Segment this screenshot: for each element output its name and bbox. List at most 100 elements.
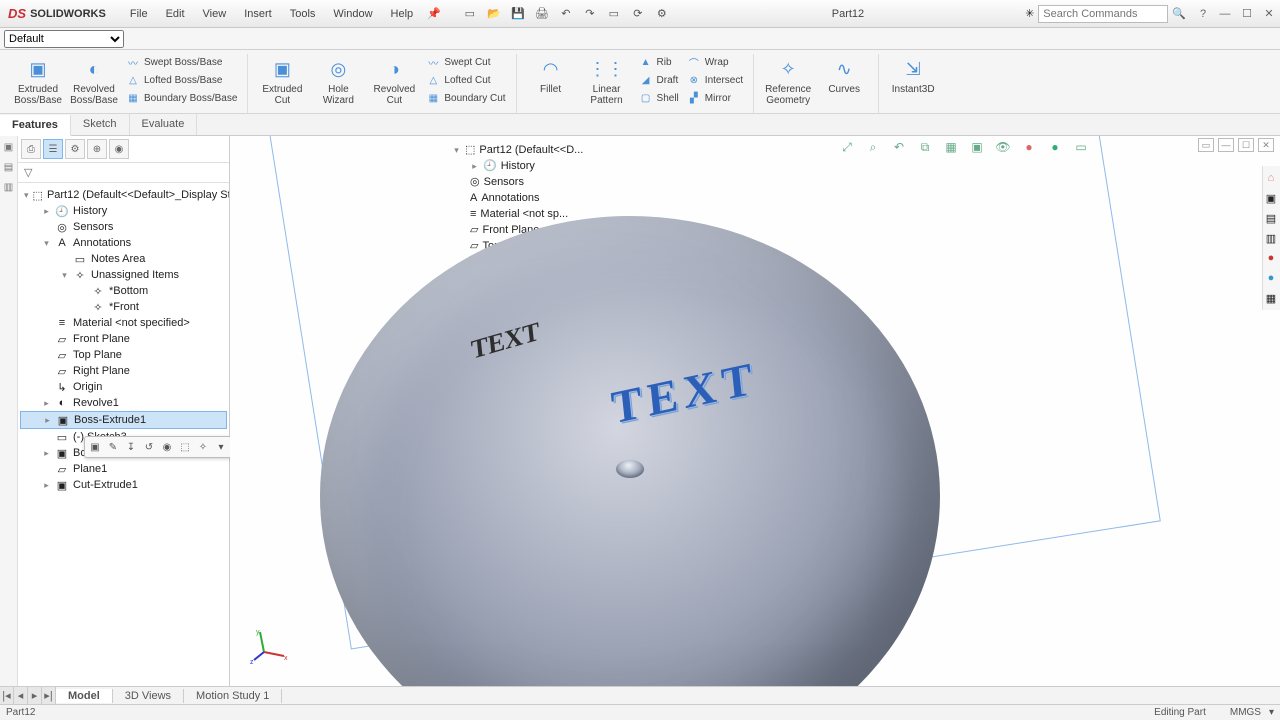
tab-3d-views[interactable]: 3D Views: [113, 689, 184, 703]
tree-material[interactable]: ≡Material <not specified>: [20, 315, 227, 331]
taskpane-icon-1[interactable]: ▣: [2, 140, 16, 154]
fm-config-icon[interactable]: ⚙: [65, 139, 85, 159]
draft-button[interactable]: ◢Draft: [635, 72, 683, 88]
menu-view[interactable]: View: [195, 4, 235, 24]
boundary-boss-button[interactable]: ▦Boundary Boss/Base: [122, 90, 241, 106]
taskpane-icon-3[interactable]: ▥: [2, 180, 16, 194]
linear-pattern-button[interactable]: ⋮⋮Linear Pattern: [579, 54, 635, 108]
config-bar: Default: [0, 28, 1280, 50]
taskpane-icon-2[interactable]: ▤: [2, 160, 16, 174]
tree-unassigned[interactable]: ▾✧Unassigned Items: [20, 267, 227, 283]
menu-help[interactable]: Help: [383, 4, 422, 24]
intersect-button[interactable]: ⊗Intersect: [683, 72, 747, 88]
tree-plane1[interactable]: ▱Plane1: [20, 461, 227, 477]
search-input[interactable]: [1038, 5, 1168, 23]
tree-front-view[interactable]: ✧*Front: [20, 299, 227, 315]
revolved-boss-button[interactable]: ◐Revolved Boss/Base: [66, 54, 122, 108]
tree-cut-extrude1[interactable]: ▸▣Cut-Extrude1: [20, 477, 227, 493]
graphics-viewport[interactable]: ⤢ ⌕ ↶ ⧉ ▦ ▣ 👁 ● ● ▭ ▭ — ☐ ✕ ⌂ ▣ ▤ ▥ ● ● …: [230, 136, 1280, 686]
menu-file[interactable]: File: [122, 4, 156, 24]
boundary-cut-button[interactable]: ▦Boundary Cut: [422, 90, 509, 106]
tab-sketch[interactable]: Sketch: [71, 114, 130, 135]
tree-right-plane[interactable]: ▱Right Plane: [20, 363, 227, 379]
minimize-icon[interactable]: —: [1214, 8, 1236, 20]
ctx-icon-1[interactable]: ▣: [87, 439, 103, 455]
mirror-button[interactable]: ▞Mirror: [683, 90, 747, 106]
ctx-icon-6[interactable]: ⬚: [177, 439, 193, 455]
tree-notes-area[interactable]: ▭Notes Area: [20, 251, 227, 267]
status-dropdown-icon[interactable]: ▾: [1269, 707, 1274, 718]
lofted-boss-button[interactable]: △Lofted Boss/Base: [122, 72, 241, 88]
tree-front-plane[interactable]: ▱Front Plane: [20, 331, 227, 347]
fm-dimxpert-icon[interactable]: ⊕: [87, 139, 107, 159]
annotations-icon: A: [55, 236, 69, 250]
search-star-icon[interactable]: ✳: [1025, 7, 1034, 20]
rib-button[interactable]: ▲Rib: [635, 54, 683, 70]
filter-icon[interactable]: ▽: [24, 166, 32, 179]
ctx-icon-3[interactable]: ↧: [123, 439, 139, 455]
tab-nav-first[interactable]: |◂: [0, 687, 14, 704]
swept-cut-button[interactable]: 〰Swept Cut: [422, 54, 509, 70]
feature-tree[interactable]: ▾⬚Part12 (Default<<Default>_Display St ▸…: [18, 183, 229, 686]
select-icon[interactable]: ▭: [605, 5, 623, 23]
hole-wizard-button[interactable]: ◎Hole Wizard: [310, 54, 366, 108]
tree-origin[interactable]: ↳Origin: [20, 379, 227, 395]
undo-icon[interactable]: ↶: [557, 5, 575, 23]
tab-model[interactable]: Model: [56, 689, 113, 703]
tree-history[interactable]: ▸🕘History: [20, 203, 227, 219]
ref-geometry-button[interactable]: ✧Reference Geometry: [760, 54, 816, 108]
tree-root[interactable]: ▾⬚Part12 (Default<<Default>_Display St: [20, 187, 227, 203]
menu-window[interactable]: Window: [325, 4, 380, 24]
tree-revolve1[interactable]: ▸◐Revolve1: [20, 395, 227, 411]
view-triad[interactable]: x y z: [250, 626, 290, 666]
extruded-boss-button[interactable]: ▣Extruded Boss/Base: [10, 54, 66, 108]
ctx-icon-2[interactable]: ✎: [105, 439, 121, 455]
redo-icon[interactable]: ↷: [581, 5, 599, 23]
tree-boss-extrude1[interactable]: ▸▣Boss-Extrude1: [20, 411, 227, 429]
ctx-icon-4[interactable]: ↺: [141, 439, 157, 455]
swept-boss-button[interactable]: 〰Swept Boss/Base: [122, 54, 241, 70]
bottom-view-tabs: |◂ ◂ ▸ ▸| Model 3D Views Motion Study 1: [0, 686, 1280, 704]
tab-nav-last[interactable]: ▸|: [42, 687, 56, 704]
rebuild-icon[interactable]: ⟳: [629, 5, 647, 23]
revolved-cut-button[interactable]: ◑Revolved Cut: [366, 54, 422, 108]
extruded-cut-button[interactable]: ▣Extruded Cut: [254, 54, 310, 108]
help-icon[interactable]: ?: [1192, 8, 1214, 20]
tab-features[interactable]: Features: [0, 115, 71, 136]
instant3d-button[interactable]: ⇲Instant3D: [885, 54, 941, 97]
tab-evaluate[interactable]: Evaluate: [130, 114, 198, 135]
tree-sensors[interactable]: ◎Sensors: [20, 219, 227, 235]
tab-nav-prev[interactable]: ◂: [14, 687, 28, 704]
config-select[interactable]: Default: [4, 30, 124, 48]
fm-property-icon[interactable]: ☰: [43, 139, 63, 159]
tree-annotations[interactable]: ▾AAnnotations: [20, 235, 227, 251]
status-units[interactable]: MMGS: [1230, 707, 1261, 718]
fillet-button[interactable]: ◠Fillet: [523, 54, 579, 97]
curves-button[interactable]: ∿Curves: [816, 54, 872, 97]
search-magnifier-icon[interactable]: 🔍: [1172, 7, 1186, 20]
close-icon[interactable]: ✕: [1258, 7, 1280, 20]
menu-insert[interactable]: Insert: [236, 4, 280, 24]
print-icon[interactable]: 🖨: [533, 5, 551, 23]
ctx-icon-5[interactable]: ◉: [159, 439, 175, 455]
new-icon[interactable]: ▭: [461, 5, 479, 23]
open-icon[interactable]: 📂: [485, 5, 503, 23]
maximize-icon[interactable]: ☐: [1236, 7, 1258, 20]
options-icon[interactable]: ⚙: [653, 5, 671, 23]
tab-motion-study[interactable]: Motion Study 1: [184, 689, 282, 703]
tab-nav-next[interactable]: ▸: [28, 687, 42, 704]
ctx-icon-7[interactable]: ✧: [195, 439, 211, 455]
tree-bottom-view[interactable]: ✧*Bottom: [20, 283, 227, 299]
wrap-button[interactable]: ⌒Wrap: [683, 54, 747, 70]
menu-tools[interactable]: Tools: [282, 4, 324, 24]
ctx-icon-8[interactable]: ▾: [213, 439, 229, 455]
fm-tree-icon[interactable]: ⎙: [21, 139, 41, 159]
lofted-cut-icon: △: [426, 73, 440, 87]
lofted-cut-button[interactable]: △Lofted Cut: [422, 72, 509, 88]
tree-top-plane[interactable]: ▱Top Plane: [20, 347, 227, 363]
save-icon[interactable]: 💾: [509, 5, 527, 23]
fm-display-icon[interactable]: ◉: [109, 139, 129, 159]
pin-icon[interactable]: 📌: [421, 7, 447, 20]
shell-button[interactable]: ▢Shell: [635, 90, 683, 106]
menu-edit[interactable]: Edit: [158, 4, 193, 24]
